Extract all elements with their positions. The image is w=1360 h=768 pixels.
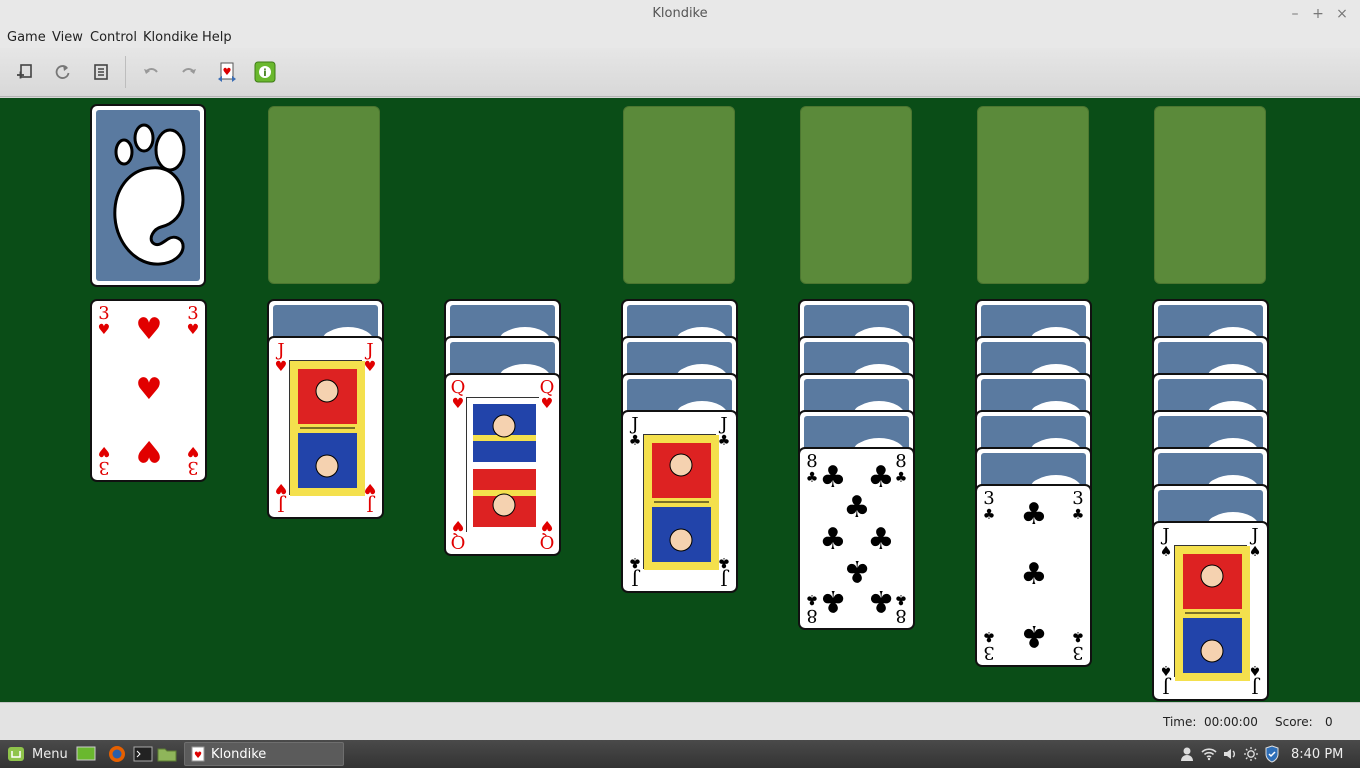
- new-game-icon[interactable]: [12, 60, 36, 84]
- club-icon: ♣: [867, 583, 895, 618]
- card-corner: J ♠: [1159, 662, 1173, 697]
- card-corner: 3 ♥: [186, 443, 200, 478]
- toolbar: ♥ i: [0, 48, 1360, 97]
- menu-game[interactable]: Game: [7, 30, 46, 45]
- volume-icon[interactable]: [1222, 740, 1238, 768]
- gnome-foot-icon: [113, 123, 186, 266]
- card-corner: Q ♥: [450, 517, 466, 552]
- card-corner: J ♠: [1159, 525, 1173, 560]
- score-label: Score:: [1275, 715, 1313, 729]
- title-bar: Klondike – + ×: [0, 0, 1360, 28]
- minimize-button[interactable]: –: [1286, 5, 1304, 23]
- club-icon: ♣: [819, 522, 847, 557]
- svg-text:i: i: [263, 68, 266, 79]
- club-icon: ♣: [819, 583, 847, 618]
- files-icon[interactable]: [157, 740, 177, 768]
- start-menu-label: Menu: [32, 746, 68, 762]
- window-title: Klondike: [652, 6, 708, 21]
- jack-face-icon: [289, 360, 365, 496]
- card-corner: 3 ♥: [97, 443, 111, 478]
- club-icon: ♣: [867, 460, 895, 495]
- taskbar: Menu ♥ Klondike 8:40 PM: [0, 740, 1360, 768]
- card-corner: 3 ♣: [982, 488, 996, 523]
- score-value: 0: [1325, 715, 1333, 729]
- card-corner: 3 ♥: [97, 303, 111, 338]
- heart-icon: ♥: [135, 433, 163, 468]
- foundation-slot-4[interactable]: [1154, 106, 1266, 284]
- update-shield-icon[interactable]: [1264, 740, 1280, 768]
- card-corner: 3 ♣: [1071, 628, 1085, 663]
- foundation-slot-1[interactable]: [623, 106, 735, 284]
- time-label: Time:: [1163, 715, 1197, 729]
- card-corner: J ♥: [274, 480, 288, 515]
- tableau-2-top-card[interactable]: J ♥ J ♥ J ♥ J ♥: [267, 336, 384, 519]
- start-menu-button[interactable]: Menu: [6, 740, 68, 768]
- firefox-icon[interactable]: [107, 740, 127, 768]
- toolbar-separator: [125, 56, 126, 88]
- wifi-icon[interactable]: [1201, 740, 1217, 768]
- maximize-button[interactable]: +: [1309, 5, 1327, 23]
- game-board[interactable]: 3 ♥ 3 ♥ 3 ♥ 3 ♥ ♥ ♥ ♥ J ♥ J ♥ J ♥ J ♥ Q ♥ Q ♥ Q ♥ Q…: [0, 98, 1360, 702]
- menu-klondike[interactable]: Klondike: [143, 30, 198, 45]
- menu-view[interactable]: View: [52, 30, 83, 45]
- brightness-icon[interactable]: [1243, 740, 1259, 768]
- waste-slot[interactable]: [268, 106, 380, 284]
- deal-info-icon[interactable]: i: [253, 60, 277, 84]
- mint-logo-icon: [8, 747, 24, 761]
- klondike-app-icon: ♥: [191, 746, 205, 762]
- stock-pile[interactable]: [90, 104, 206, 287]
- redo-icon[interactable]: [177, 60, 201, 84]
- jack-face-icon: [643, 434, 719, 570]
- hint-icon[interactable]: ♥: [215, 60, 239, 84]
- menu-control[interactable]: Control: [90, 30, 137, 45]
- user-icon[interactable]: [1180, 740, 1194, 768]
- status-bar: Time: 00:00:00 Score: 0: [0, 702, 1360, 740]
- card-corner: 3 ♣: [982, 628, 996, 663]
- terminal-icon[interactable]: [133, 740, 153, 768]
- jack-face-icon: [1174, 545, 1250, 681]
- card-corner: J ♣: [628, 414, 642, 449]
- tableau-7-top-card[interactable]: J ♠ J ♠ J ♠ J ♠: [1152, 521, 1269, 701]
- svg-text:♥: ♥: [223, 67, 232, 78]
- tableau-3-top-card[interactable]: Q ♥ Q ♥ Q ♥ Q ♥: [444, 373, 561, 556]
- card-corner: Q ♥: [450, 377, 466, 412]
- tableau-6-top-card[interactable]: 3 ♣ 3 ♣ 3 ♣ 3 ♣ ♣ ♣ ♣: [975, 484, 1092, 667]
- tableau-1-top-card[interactable]: 3 ♥ 3 ♥ 3 ♥ 3 ♥ ♥ ♥ ♥: [90, 299, 207, 482]
- time-value: 00:00:00: [1204, 715, 1258, 729]
- select-game-icon[interactable]: [89, 60, 113, 84]
- card-corner: J ♥: [274, 340, 288, 375]
- taskbar-window-label: Klondike: [211, 746, 267, 762]
- restart-icon[interactable]: [51, 60, 75, 84]
- club-icon: ♣: [1020, 557, 1048, 592]
- club-icon: ♣: [843, 490, 871, 525]
- club-icon: ♣: [819, 460, 847, 495]
- club-icon: ♣: [1020, 497, 1048, 532]
- club-icon: ♣: [843, 553, 871, 588]
- tableau-5-top-card[interactable]: 8 ♣ 8 ♣ 8 ♣ 8 ♣ ♣ ♣ ♣ ♣ ♣ ♣ ♣ ♣: [798, 447, 915, 630]
- taskbar-window-klondike[interactable]: ♥ Klondike: [184, 742, 344, 766]
- menu-bar: Game View Control Klondike Help: [0, 28, 1360, 48]
- queen-face-icon: [466, 397, 542, 533]
- card-corner: 3 ♣: [1071, 488, 1085, 523]
- close-button[interactable]: ×: [1333, 5, 1351, 23]
- show-desktop-icon[interactable]: [76, 740, 96, 768]
- menu-help[interactable]: Help: [202, 30, 232, 45]
- tableau-4-top-card[interactable]: J ♣ J ♣ J ♣ J ♣: [621, 410, 738, 593]
- heart-icon: ♥: [135, 312, 163, 347]
- club-icon: ♣: [1020, 618, 1048, 653]
- clock[interactable]: 8:40 PM: [1291, 740, 1343, 768]
- foundation-slot-2[interactable]: [800, 106, 912, 284]
- undo-icon[interactable]: [139, 60, 163, 84]
- heart-icon: ♥: [135, 372, 163, 407]
- club-icon: ♣: [867, 522, 895, 557]
- card-corner: 3 ♥: [186, 303, 200, 338]
- card-corner: J ♣: [628, 554, 642, 589]
- foundation-slot-3[interactable]: [977, 106, 1089, 284]
- svg-text:♥: ♥: [194, 751, 202, 761]
